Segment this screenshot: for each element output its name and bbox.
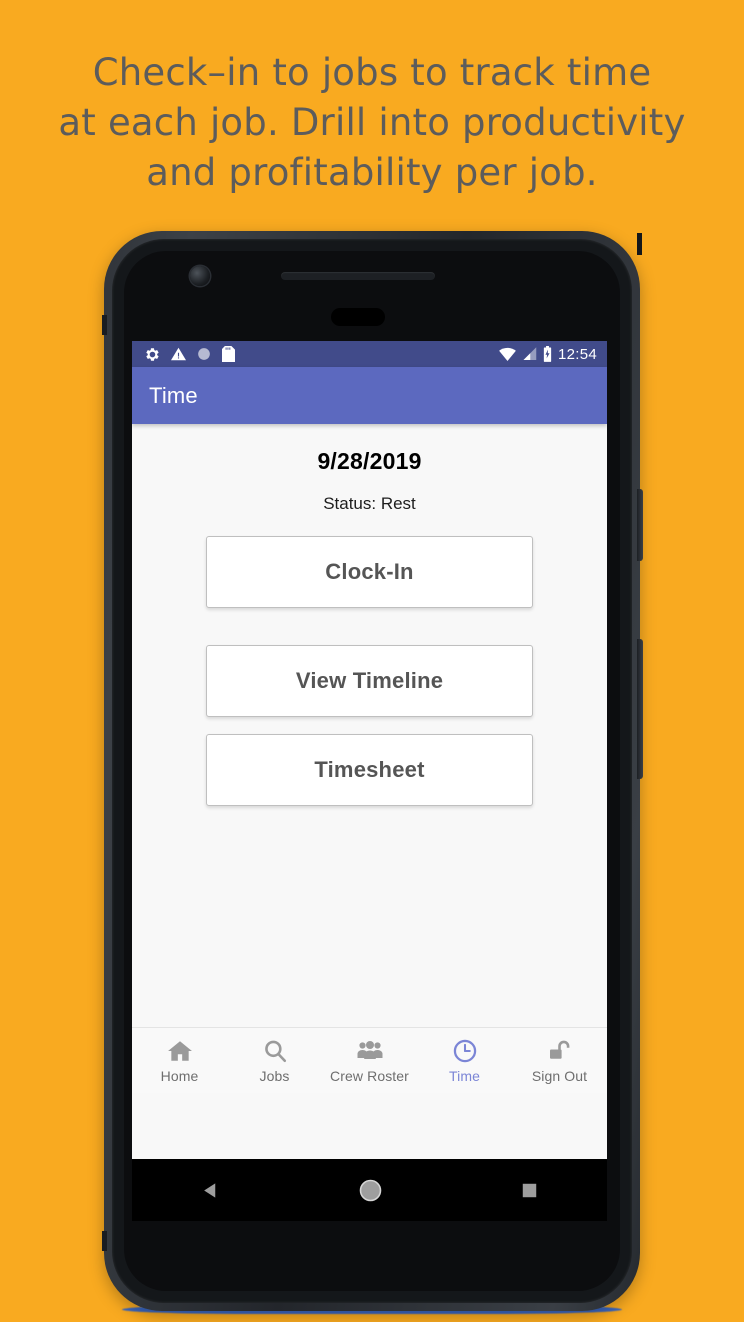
power-button[interactable] (637, 489, 643, 561)
nav-label-time: Time (449, 1067, 480, 1084)
sd-card-icon (222, 346, 235, 362)
clock-in-button[interactable]: Clock-In (206, 536, 533, 608)
nav-label-sign-out: Sign Out (531, 1067, 588, 1084)
main-content: 9/28/2019 Status: Rest Clock-In View Tim… (132, 424, 607, 1093)
frame-antenna-line-right (637, 233, 642, 255)
status-label: Status: Rest (323, 494, 416, 513)
spacer-large (132, 608, 607, 645)
clock-icon (453, 1039, 476, 1062)
home-circle-icon[interactable] (358, 1178, 383, 1203)
cell-signal-icon (523, 347, 537, 360)
earpiece-speaker (281, 272, 435, 280)
nav-label-crew-roster: Crew Roster (330, 1067, 409, 1084)
page-title: Time (149, 382, 198, 408)
front-camera-icon (190, 266, 210, 286)
bottom-navigation-bar: Home Jobs Crew Roster Time Sign Out (132, 1027, 607, 1093)
timesheet-button[interactable]: Timesheet (206, 734, 533, 806)
nav-item-crew-roster[interactable]: Crew Roster (322, 1038, 417, 1084)
status-bar-clock: 12:54 (557, 345, 597, 363)
view-timeline-button[interactable]: View Timeline (206, 645, 533, 717)
phone-mockup: 12:54 Time 9/28/2019 Status: Rest Clock-… (102, 231, 643, 1311)
proximity-sensor (331, 308, 385, 326)
nav-label-jobs: Jobs (259, 1067, 290, 1084)
promo-line-1: Check–in to jobs to track time (92, 51, 652, 94)
phone-screen: 12:54 Time 9/28/2019 Status: Rest Clock-… (132, 341, 607, 1159)
nav-item-sign-out[interactable]: Sign Out (512, 1038, 607, 1084)
back-triangle-icon[interactable] (201, 1181, 220, 1200)
unlock-icon (549, 1040, 569, 1059)
search-icon (264, 1040, 286, 1062)
gear-icon (146, 347, 159, 361)
action-button-stack: Clock-In View Timeline Timesheet (132, 536, 607, 806)
home-icon (167, 1040, 192, 1061)
promo-line-3: and profitability per job. (146, 151, 598, 194)
frame-antenna-line-left-top (102, 315, 107, 335)
frame-antenna-line-left-bottom (102, 1231, 107, 1251)
app-bar: Time (132, 367, 607, 424)
current-date: 9/28/2019 (317, 448, 422, 474)
recents-square-icon[interactable] (521, 1182, 538, 1199)
spacer-small (132, 717, 607, 734)
android-navigation-bar (132, 1159, 607, 1221)
wifi-icon (499, 347, 516, 361)
battery-charging-icon (543, 346, 552, 362)
promo-heading: Check–in to jobs to track time at each j… (0, 48, 744, 198)
warning-triangle-icon (171, 347, 186, 361)
nav-item-home[interactable]: Home (132, 1038, 227, 1084)
circle-icon (198, 348, 210, 360)
status-bar-left-icons (145, 346, 235, 362)
promo-line-2: at each job. Drill into productivity (58, 101, 686, 144)
nav-item-jobs[interactable]: Jobs (227, 1038, 322, 1084)
status-bar: 12:54 (132, 341, 607, 367)
people-icon (357, 1040, 382, 1059)
nav-label-home: Home (160, 1067, 199, 1084)
nav-item-time[interactable]: Time (417, 1038, 512, 1084)
volume-rocker-button[interactable] (637, 639, 643, 779)
status-bar-right-icons: 12:54 (499, 346, 597, 363)
